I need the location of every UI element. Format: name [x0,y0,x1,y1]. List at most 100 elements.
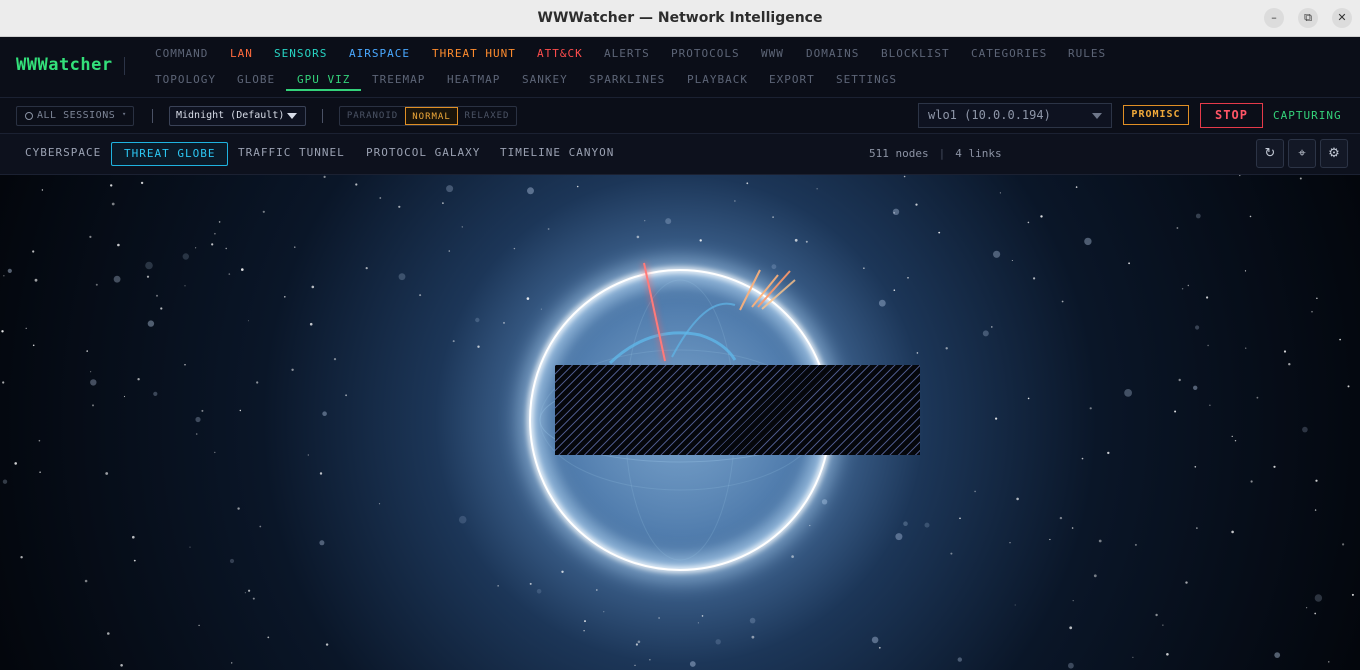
stop-capture-button[interactable]: STOP [1200,103,1263,128]
star [105,472,109,475]
star [14,462,17,465]
star [503,321,505,324]
star [1185,581,1188,584]
star [89,235,92,238]
star [1244,270,1247,272]
star [878,299,886,307]
star [307,454,309,456]
nav-globe[interactable]: GLOBE [237,73,275,86]
star [1134,543,1137,546]
star [92,404,94,407]
star [1072,600,1074,602]
nav-domains[interactable]: DOMAINS [806,47,859,60]
star [1093,574,1097,578]
star [475,317,480,323]
star [379,197,382,199]
node-count: 511 nodes [869,147,929,160]
tab-timeline-canyon[interactable]: TIMELINE CANYON [500,146,614,159]
star [527,187,534,195]
star [398,205,401,208]
star [699,239,702,242]
star [156,294,158,297]
minimize-button[interactable]: – [1264,8,1284,28]
star [1250,480,1253,483]
close-button[interactable]: ✕ [1332,8,1352,28]
tab-threat-globe[interactable]: THREAT GLOBE [111,142,229,166]
toolbar-divider [322,109,323,123]
maximize-button[interactable]: ⧉ [1298,8,1318,28]
star [805,240,808,243]
star [458,515,467,524]
nav-settings[interactable]: SETTINGS [836,73,897,86]
nav-blocklist[interactable]: BLOCKLIST [881,47,950,60]
promisc-toggle[interactable]: PROMISC [1123,105,1189,125]
theme-select[interactable]: Midnight (Default) [169,106,306,126]
star [816,188,818,190]
nav-airspace[interactable]: AIRSPACE [349,47,410,60]
star [1315,479,1318,482]
star [1027,221,1030,224]
nav-sensors[interactable]: SENSORS [274,47,327,60]
star [111,202,115,206]
star [248,589,251,592]
star [950,552,953,555]
nav-categories[interactable]: CATEGORIES [971,47,1047,60]
nav-rules[interactable]: RULES [1068,47,1106,60]
nav-threat-hunt[interactable]: THREAT HUNT [432,47,516,60]
star [540,308,542,310]
star [529,582,532,585]
nav-topology[interactable]: TOPOLOGY [155,73,216,86]
star [25,327,27,329]
star [231,662,233,664]
nav-lan[interactable]: LAN [230,47,253,60]
star [1049,538,1051,541]
nav-playback[interactable]: PLAYBACK [687,73,748,86]
mode-normal-button[interactable]: NORMAL [405,107,458,125]
star [1351,593,1354,596]
nav-treemap[interactable]: TREEMAP [372,73,425,86]
nav-protocols[interactable]: PROTOCOLS [671,47,740,60]
mode-paranoid-button[interactable]: PARANOID [340,107,405,125]
center-view-icon[interactable]: ⌖ [1288,139,1316,168]
star [1132,656,1134,658]
star [957,657,962,662]
session-filter-dropdown[interactable]: ALL SESSIONS ▾ [16,106,134,126]
star [90,379,97,386]
star [878,646,881,649]
nav-attck[interactable]: ATT&CK [537,47,583,60]
nav-gpu-viz[interactable]: GPU VIZ [297,73,350,86]
nav-www[interactable]: WWW [761,47,784,60]
star [974,490,976,493]
nav-sankey[interactable]: SANKEY [522,73,568,86]
star [791,555,794,558]
nav-alerts[interactable]: ALERTS [604,47,650,60]
nav-command[interactable]: COMMAND [155,47,208,60]
nav-sparklines[interactable]: SPARKLINES [589,73,665,86]
star [895,533,903,541]
tab-cyberspace[interactable]: CYBERSPACE [25,146,101,159]
star [1196,527,1198,529]
settings-gear-icon[interactable]: ⚙ [1320,139,1348,168]
session-status-icon [25,112,33,120]
interface-select[interactable]: wlo1 (10.0.0.194) [918,103,1112,128]
threat-globe-canvas[interactable] [0,175,1360,670]
star [1339,338,1341,341]
nav-export[interactable]: EXPORT [769,73,815,86]
nav-heatmap[interactable]: HEATMAP [447,73,500,86]
tab-traffic-tunnel[interactable]: TRAFFIC TUNNEL [238,146,345,159]
mode-relaxed-button[interactable]: RELAXED [458,107,516,125]
star [697,622,699,624]
reset-view-icon[interactable]: ↻ [1256,139,1284,168]
star [146,275,150,278]
theme-select-value: Midnight (Default) [176,110,285,121]
nav-active-indicator [286,89,361,91]
tab-protocol-galaxy[interactable]: PROTOCOL GALAXY [366,146,480,159]
star [1061,300,1064,303]
star [2,381,5,384]
star [1187,284,1190,287]
star [319,540,325,546]
star [84,579,88,583]
star [701,615,704,617]
star [584,620,586,623]
window-title: WWWatcher — Network Intelligence [537,10,823,26]
